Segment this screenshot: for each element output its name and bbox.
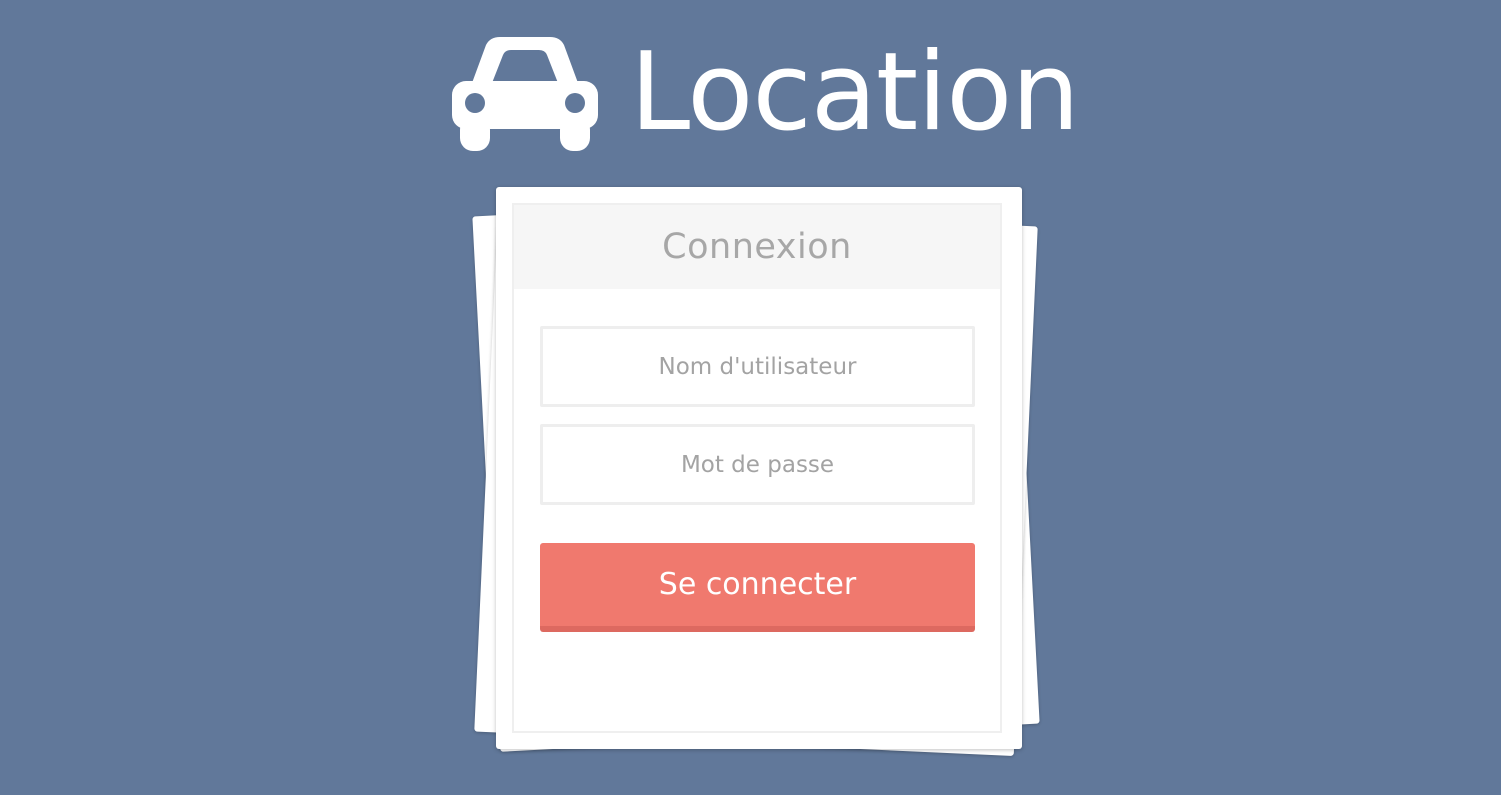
login-page: Location Connexion Se connecter [0, 0, 1501, 795]
login-card-header: Connexion [514, 205, 1000, 289]
login-title: Connexion [662, 227, 852, 267]
username-input[interactable] [540, 326, 975, 407]
brand-title: Location [630, 30, 1080, 155]
password-input[interactable] [540, 424, 975, 505]
brand-header: Location [450, 30, 1080, 155]
car-icon [452, 37, 598, 151]
login-button[interactable]: Se connecter [540, 543, 975, 632]
login-card: Connexion Se connecter [512, 203, 1002, 733]
